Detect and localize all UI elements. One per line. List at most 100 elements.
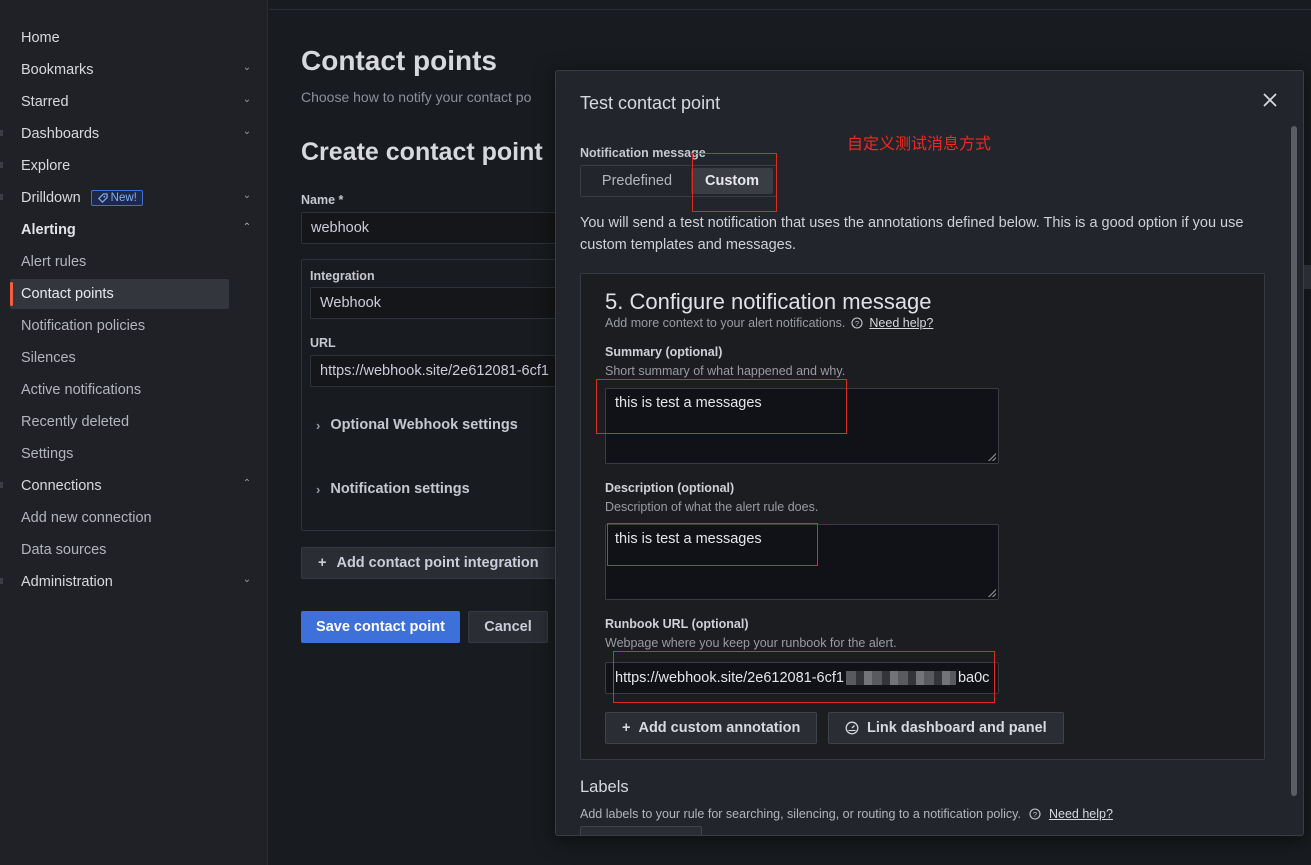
gauge-icon bbox=[845, 721, 859, 735]
sidebar-item-starred[interactable]: Starred ⌄ bbox=[10, 87, 258, 117]
sidebar-item-label: Settings bbox=[21, 446, 74, 462]
plus-icon: + bbox=[622, 720, 631, 736]
modal-title: Test contact point bbox=[580, 93, 721, 113]
sidebar-item-label: Silences bbox=[21, 350, 76, 366]
sidebar-item-home[interactable]: Home bbox=[10, 23, 258, 53]
sidebar-item-label: Starred bbox=[21, 94, 69, 110]
save-contact-point-button[interactable]: Save contact point bbox=[301, 611, 460, 643]
section-title: Create contact point bbox=[301, 138, 543, 166]
help-circle-icon: ? bbox=[1029, 808, 1041, 820]
chevron-up-icon[interactable]: ⌃ bbox=[242, 479, 252, 489]
sidebar-item-connections[interactable]: Connections ⌃ bbox=[10, 471, 258, 501]
sidebar-item-explore[interactable]: Explore bbox=[10, 151, 258, 181]
sidebar-item-alert-rules[interactable]: Alert rules bbox=[10, 247, 258, 277]
card-title: 5. Configure notification message bbox=[605, 289, 932, 314]
sidebar-item-label: Add new connection bbox=[21, 510, 152, 526]
sidebar-item-silences[interactable]: Silences bbox=[10, 343, 258, 373]
name-label: Name * bbox=[301, 193, 344, 207]
background-edge bbox=[1304, 265, 1311, 289]
sidebar-item-label: Data sources bbox=[21, 542, 107, 558]
add-labels-button[interactable] bbox=[580, 826, 702, 835]
sidebar-item-label: Drilldown bbox=[21, 190, 81, 206]
divider bbox=[0, 130, 3, 136]
svg-text:?: ? bbox=[855, 319, 859, 328]
sidebar-item-contact-points[interactable]: Contact points bbox=[10, 279, 229, 309]
sidebar-item-bookmarks[interactable]: Bookmarks ⌄ bbox=[10, 55, 258, 85]
page-subtitle: Choose how to notify your contact po bbox=[301, 89, 532, 105]
sidebar-item-notification-policies[interactable]: Notification policies bbox=[10, 311, 258, 341]
sidebar-item-label: Connections bbox=[21, 478, 102, 494]
intro-text: You will send a test notification that u… bbox=[580, 215, 1244, 253]
add-custom-annotation-button[interactable]: + Add custom annotation bbox=[605, 712, 818, 744]
sidebar-item-label: Active notifications bbox=[21, 382, 142, 398]
annotation-box-custom bbox=[692, 153, 777, 212]
help-circle-icon: ? bbox=[851, 317, 863, 329]
sidebar: Home Bookmarks ⌄ Starred ⌄ Dashboards ⌄ Exp… bbox=[0, 0, 268, 865]
chevron-up-icon[interactable]: ⌃ bbox=[242, 223, 252, 233]
sidebar-item-active-notifications[interactable]: Active notifications bbox=[10, 375, 258, 405]
name-input[interactable]: webhook bbox=[301, 212, 571, 244]
sidebar-item-alerting[interactable]: Alerting ⌃ bbox=[10, 215, 258, 245]
new-badge: New! bbox=[90, 190, 143, 206]
integration-select[interactable]: Webhook bbox=[310, 287, 590, 319]
chevron-down-icon[interactable]: ⌄ bbox=[242, 127, 252, 137]
sidebar-item-label: Explore bbox=[21, 158, 71, 174]
annotation-box-runbook bbox=[613, 651, 995, 703]
sidebar-item-data-sources[interactable]: Data sources bbox=[10, 535, 258, 565]
sidebar-item-settings[interactable]: Settings bbox=[10, 439, 258, 469]
predefined-option[interactable]: Predefined bbox=[583, 168, 691, 194]
labels-title: Labels bbox=[580, 778, 629, 796]
runbook-label: Runbook URL (optional) bbox=[605, 617, 749, 631]
chevron-down-icon[interactable]: ⌄ bbox=[242, 191, 252, 201]
rocket-icon bbox=[97, 192, 108, 203]
optional-webhook-settings-label: Optional Webhook settings bbox=[330, 417, 518, 433]
chevron-right-icon: › bbox=[316, 481, 321, 497]
sidebar-item-label: Notification policies bbox=[21, 318, 146, 334]
sidebar-item-label: Recently deleted bbox=[21, 414, 130, 430]
sidebar-item-label: Alerting bbox=[21, 222, 76, 238]
labels-need-help-link[interactable]: Need help? bbox=[1049, 807, 1113, 821]
labels-subtitle: Add labels to your rule for searching, s… bbox=[580, 807, 1021, 821]
page-title: Contact points bbox=[301, 45, 497, 76]
runbook-description: Webpage where you keep your runbook for … bbox=[605, 636, 897, 650]
chevron-down-icon[interactable]: ⌄ bbox=[242, 575, 252, 585]
divider bbox=[0, 162, 3, 168]
url-input[interactable]: https://webhook.site/2e612081-6cf1 bbox=[310, 355, 590, 387]
need-help-link[interactable]: Need help? bbox=[869, 316, 933, 330]
sidebar-item-label: Dashboards bbox=[21, 126, 100, 142]
sidebar-item-add-new-connection[interactable]: Add new connection bbox=[10, 503, 258, 533]
svg-text:?: ? bbox=[1033, 810, 1037, 819]
chevron-down-icon[interactable]: ⌄ bbox=[242, 63, 252, 73]
sidebar-item-label: Contact points bbox=[21, 286, 114, 302]
chevron-right-icon: › bbox=[316, 417, 321, 433]
test-contact-point-modal: Test contact point Notification message … bbox=[555, 70, 1304, 836]
add-custom-annotation-label: Add custom annotation bbox=[638, 720, 801, 736]
divider bbox=[0, 482, 3, 488]
sidebar-item-label: Administration bbox=[21, 574, 113, 590]
new-badge-label: New! bbox=[110, 192, 137, 204]
optional-webhook-settings-toggle[interactable]: › Optional Webhook settings bbox=[316, 417, 518, 433]
modal-scrollbar[interactable] bbox=[1291, 126, 1297, 796]
add-contact-point-integration-button[interactable]: + Add contact point integration bbox=[301, 547, 561, 579]
notification-message-label: Notification message bbox=[580, 146, 706, 160]
cancel-button[interactable]: Cancel bbox=[468, 611, 548, 643]
link-dashboard-label: Link dashboard and panel bbox=[867, 720, 1047, 736]
close-icon[interactable] bbox=[1261, 91, 1279, 109]
url-label: URL bbox=[310, 336, 336, 350]
sidebar-item-label: Home bbox=[21, 30, 60, 46]
sidebar-item-recently-deleted[interactable]: Recently deleted bbox=[10, 407, 258, 437]
sidebar-item-drilldown[interactable]: Drilldown New! ⌄ bbox=[10, 183, 258, 213]
notification-settings-toggle[interactable]: › Notification settings bbox=[316, 481, 470, 497]
link-dashboard-button[interactable]: Link dashboard and panel bbox=[828, 712, 1064, 744]
resize-handle[interactable] bbox=[988, 453, 996, 461]
integration-label: Integration bbox=[310, 269, 375, 283]
divider bbox=[0, 194, 3, 200]
sidebar-item-dashboards[interactable]: Dashboards ⌄ bbox=[10, 119, 258, 149]
resize-handle[interactable] bbox=[988, 589, 996, 597]
labels-subtitle-row: Add labels to your rule for searching, s… bbox=[580, 807, 1113, 821]
annotation-box-description bbox=[607, 523, 818, 566]
sidebar-item-administration[interactable]: Administration ⌄ bbox=[10, 567, 258, 597]
chevron-down-icon[interactable]: ⌄ bbox=[242, 95, 252, 105]
notification-settings-label: Notification settings bbox=[330, 481, 470, 497]
description-description: Description of what the alert rule does. bbox=[605, 500, 819, 514]
